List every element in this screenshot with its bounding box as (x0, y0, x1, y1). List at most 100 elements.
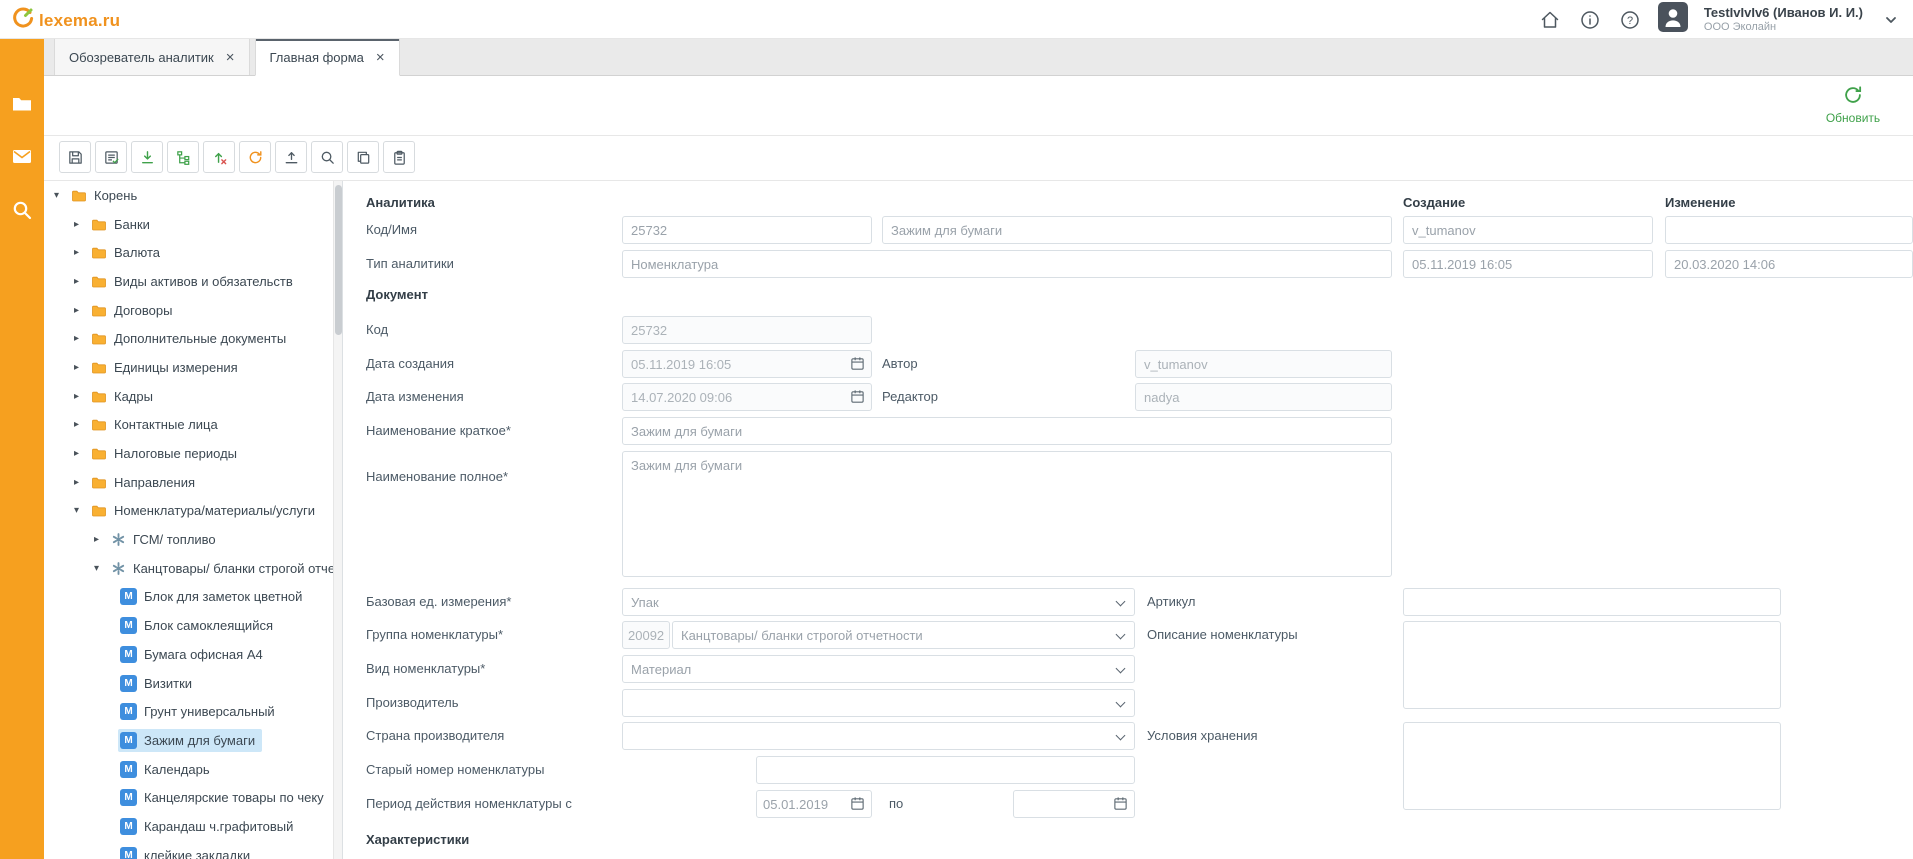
refresh-button[interactable]: Обновить (1811, 84, 1895, 125)
tree-item[interactable]: MБумага офисная А4 (44, 640, 342, 669)
tree-scrollbar[interactable] (333, 181, 342, 859)
refresh-data-button[interactable] (239, 141, 271, 173)
tree-item[interactable]: MБлок для заметок цветной (44, 583, 342, 612)
old-number-input[interactable] (756, 756, 1135, 784)
group-code-input[interactable] (622, 621, 670, 649)
expand-arrow-icon[interactable]: ▸ (74, 362, 89, 373)
folder-nav-icon[interactable] (11, 93, 33, 115)
short-name-input[interactable] (622, 417, 1392, 445)
material-icon: M (120, 818, 137, 835)
paste-button[interactable] (383, 141, 415, 173)
tree-item[interactable]: ▸Направления (44, 468, 342, 497)
full-name-textarea[interactable]: Зажим для бумаги (622, 451, 1392, 577)
help-icon[interactable]: ? (1618, 8, 1642, 32)
modified-date-input[interactable] (622, 383, 872, 411)
created-by-input[interactable] (1403, 216, 1653, 244)
collapse-arrow-icon[interactable]: ▾ (54, 190, 69, 201)
folder-icon (91, 303, 107, 318)
expand-arrow-icon[interactable]: ▸ (74, 219, 89, 230)
expand-arrow-icon[interactable]: ▸ (74, 333, 89, 344)
lexema-logo[interactable]: lexema.ru (12, 7, 120, 34)
expand-arrow-icon[interactable]: ▸ (74, 247, 89, 258)
analytics-type-input[interactable] (622, 250, 1392, 278)
copy-button[interactable] (347, 141, 379, 173)
tree-item[interactable]: ▸Договоры (44, 296, 342, 325)
tree-item[interactable]: ▸Контактные лица (44, 411, 342, 440)
remove-node-button[interactable] (203, 141, 235, 173)
code-input[interactable] (622, 216, 872, 244)
calendar-icon[interactable] (1113, 796, 1129, 812)
group-select[interactable]: Канцтовары/ бланки строгой отчетности (672, 621, 1135, 649)
name-input[interactable] (882, 216, 1392, 244)
tab-analytics-explorer[interactable]: Обозреватель аналитик × (54, 39, 250, 75)
validity-to-label: по (889, 790, 903, 818)
export-button[interactable] (275, 141, 307, 173)
mail-icon[interactable] (11, 145, 33, 167)
collapse-arrow-icon[interactable]: ▾ (74, 505, 89, 516)
description-label: Описание номенклатуры (1147, 621, 1298, 649)
tree-item[interactable]: MГрунт универсальный (44, 697, 342, 726)
base-unit-select[interactable]: Упак (622, 588, 1135, 616)
tree-item[interactable]: ▾ Канцтовары/ бланки строгой отчетн (44, 554, 342, 583)
calendar-icon[interactable] (850, 389, 866, 405)
modified-at-input[interactable] (1665, 250, 1913, 278)
tree-item[interactable]: ▸Дополнительные документы (44, 324, 342, 353)
manufacturer-select[interactable] (622, 689, 1135, 717)
tree-item[interactable]: ▸Банки (44, 210, 342, 239)
material-icon: M (120, 646, 137, 663)
info-icon[interactable] (1578, 8, 1602, 32)
tree-item-label: Канцтовары/ бланки строгой отчетн (133, 561, 343, 576)
expand-arrow-icon[interactable]: ▸ (74, 391, 89, 402)
tree-item[interactable]: ▸ГСМ/ топливо (44, 525, 342, 554)
search-nav-icon[interactable] (11, 199, 33, 221)
expand-arrow-icon[interactable]: ▸ (74, 448, 89, 459)
calendar-icon[interactable] (850, 796, 866, 812)
tree-item[interactable]: ▸Виды активов и обязательств (44, 267, 342, 296)
storage-textarea[interactable] (1403, 722, 1781, 810)
collapse-arrow-icon[interactable]: ▾ (94, 563, 109, 574)
created-at-input[interactable] (1403, 250, 1653, 278)
author-input[interactable] (1135, 350, 1392, 378)
tree-item[interactable]: MКарандаш ч.графитовый (44, 812, 342, 841)
tree-view-button[interactable] (167, 141, 199, 173)
expand-arrow-icon[interactable]: ▸ (74, 305, 89, 316)
tree-item[interactable]: ▾Номенклатура/материалы/услуги (44, 497, 342, 526)
article-input[interactable] (1403, 588, 1781, 616)
add-child-button[interactable] (131, 141, 163, 173)
tree-item[interactable]: ▸Кадры (44, 382, 342, 411)
tree-item[interactable]: MКанцелярские товары по чеку (44, 783, 342, 812)
tree-scrollbar-thumb[interactable] (335, 185, 342, 335)
editor-input[interactable] (1135, 383, 1392, 411)
chevron-down-icon[interactable] (1879, 8, 1903, 32)
expand-arrow-icon[interactable]: ▸ (74, 276, 89, 287)
tree-item[interactable]: ▾Корень (44, 181, 342, 210)
tree-item[interactable]: ▸Налоговые периоды (44, 439, 342, 468)
expand-arrow-icon[interactable]: ▸ (94, 534, 109, 545)
tree-item[interactable]: MВизитки (44, 669, 342, 698)
tree-item[interactable]: Mклейкие закладки (44, 841, 342, 859)
created-date-input[interactable] (622, 350, 872, 378)
tree-item[interactable]: ▸Валюта (44, 238, 342, 267)
modified-by-input[interactable] (1665, 216, 1913, 244)
close-icon[interactable]: × (376, 50, 385, 65)
save-button[interactable] (59, 141, 91, 173)
validity-to-field (1013, 790, 1135, 818)
expand-arrow-icon[interactable]: ▸ (74, 419, 89, 430)
tree-item[interactable]: MБлок самоклеящийся (44, 611, 342, 640)
tree-item[interactable]: ▸Единицы измерения (44, 353, 342, 382)
save-with-check-button[interactable] (95, 141, 127, 173)
tree-item[interactable]: MЗажим для бумаги (44, 726, 342, 755)
search-button[interactable] (311, 141, 343, 173)
kind-select[interactable]: Материал (622, 655, 1135, 683)
calendar-icon[interactable] (850, 356, 866, 372)
home-icon[interactable] (1538, 8, 1562, 32)
tree-item[interactable]: MКалендарь (44, 755, 342, 784)
avatar[interactable] (1658, 2, 1688, 37)
doc-code-input[interactable] (622, 316, 872, 344)
close-icon[interactable]: × (226, 50, 235, 65)
tab-main-form[interactable]: Главная форма × (255, 39, 400, 76)
country-select[interactable] (622, 722, 1135, 750)
expand-arrow-icon[interactable]: ▸ (74, 477, 89, 488)
description-textarea[interactable] (1403, 621, 1781, 709)
user-info[interactable]: TestIvIvIv6 (Иванов И. И.) ООО Эколайн (1704, 5, 1863, 35)
